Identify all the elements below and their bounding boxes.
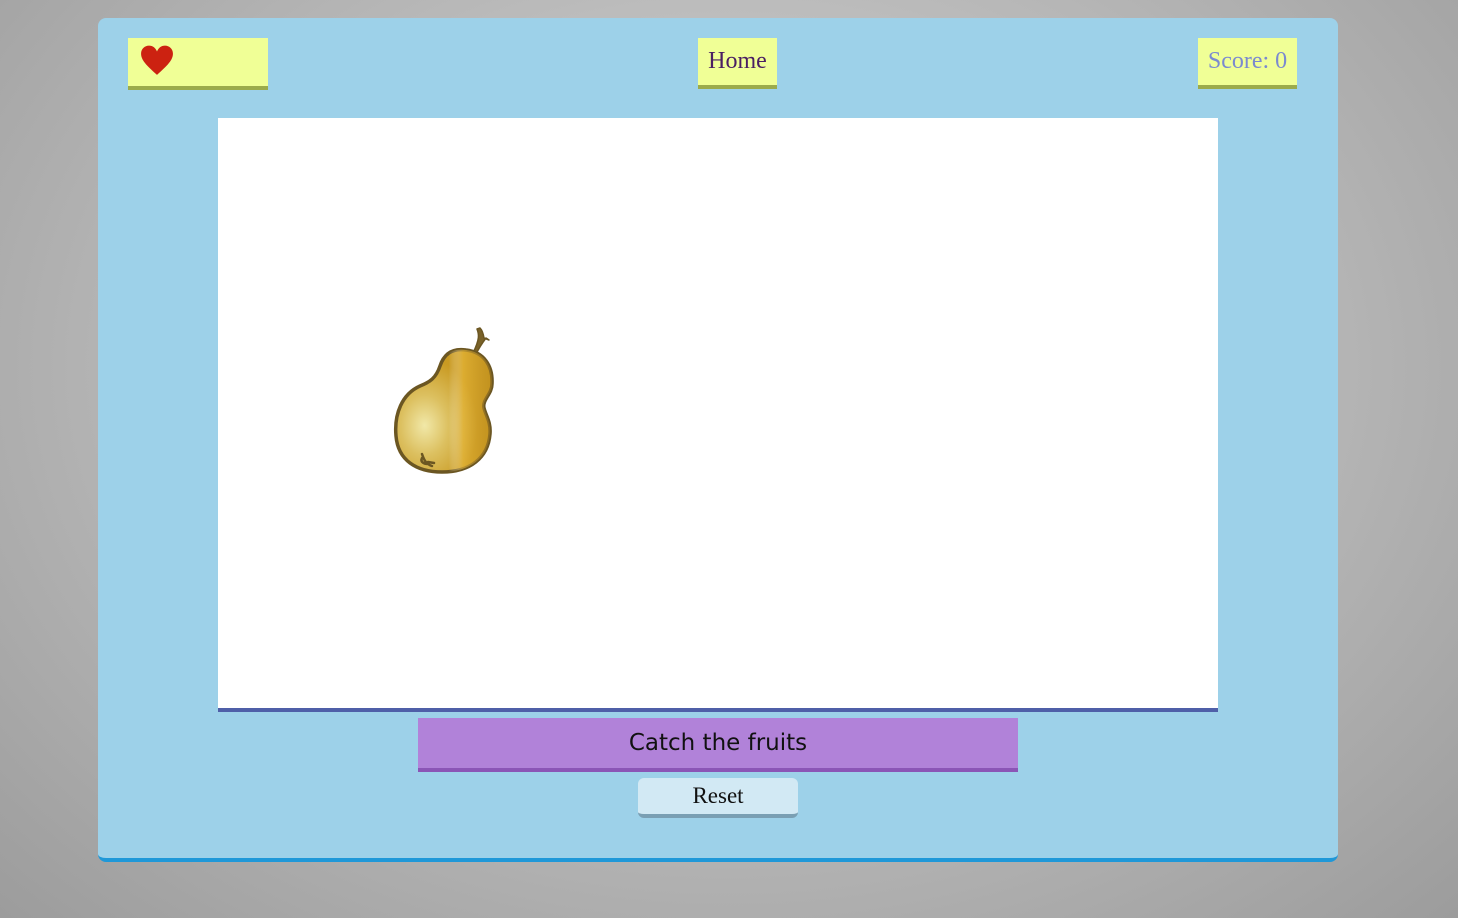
score-display: Score: 0: [1198, 38, 1297, 89]
lives-panel: [128, 38, 268, 90]
pear-icon: [393, 327, 494, 474]
home-button[interactable]: Home: [698, 38, 777, 89]
game-frame: Home Score: 0 Catch the fruits Reset: [98, 18, 1338, 862]
reset-button[interactable]: Reset: [638, 778, 798, 818]
heart-icon: [141, 45, 173, 75]
instruction-message: Catch the fruits: [418, 718, 1018, 772]
game-canvas[interactable]: [218, 118, 1218, 712]
